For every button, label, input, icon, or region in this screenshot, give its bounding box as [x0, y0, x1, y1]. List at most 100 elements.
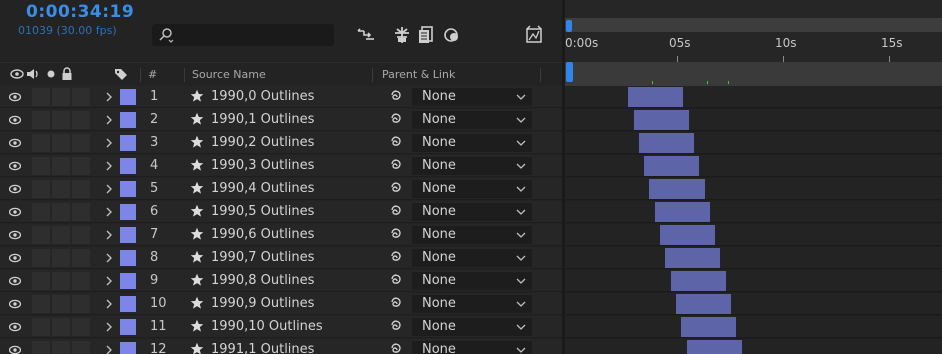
layer-name[interactable]: 1990,2 Outlines — [211, 135, 314, 150]
layer-row[interactable]: 7 1990,6 Outlines None — [0, 224, 562, 246]
audio-switch[interactable] — [32, 295, 50, 313]
motion-blur-icon[interactable] — [392, 25, 412, 45]
layer-name[interactable]: 1990,6 Outlines — [211, 227, 314, 242]
graph-editor-icon[interactable] — [524, 25, 544, 45]
draft-3d-icon[interactable] — [442, 25, 462, 45]
pick-whip-icon[interactable] — [388, 158, 404, 174]
layer-row[interactable]: 1 1990,0 Outlines None — [0, 86, 562, 108]
solo-switch[interactable] — [52, 157, 70, 175]
label-color-swatch[interactable] — [120, 204, 136, 220]
work-area-bar[interactable] — [565, 62, 942, 86]
layer-name[interactable]: 1990,10 Outlines — [211, 319, 323, 334]
speaker-icon[interactable] — [26, 67, 40, 81]
layer-duration-bar[interactable] — [675, 294, 732, 314]
layer-name[interactable]: 1990,8 Outlines — [211, 273, 314, 288]
eye-icon[interactable] — [9, 206, 21, 218]
solo-switch[interactable] — [52, 111, 70, 129]
layer-row[interactable]: 4 1990,3 Outlines None — [0, 155, 562, 177]
pick-whip-icon[interactable] — [388, 204, 404, 220]
solo-switch[interactable] — [52, 318, 70, 336]
solo-switch[interactable] — [52, 272, 70, 290]
layer-duration-bar[interactable] — [633, 110, 689, 130]
chevron-right-icon[interactable] — [104, 182, 114, 196]
chevron-right-icon[interactable] — [104, 343, 114, 354]
lock-switch[interactable] — [72, 134, 90, 152]
lock-switch[interactable] — [72, 203, 90, 221]
lock-switch[interactable] — [72, 318, 90, 336]
layer-search-input[interactable] — [152, 24, 334, 46]
layer-row[interactable]: 10 1990,9 Outlines None — [0, 293, 562, 315]
eye-icon[interactable] — [9, 160, 21, 172]
layer-name[interactable]: 1990,0 Outlines — [211, 89, 314, 104]
pick-whip-icon[interactable] — [388, 112, 404, 128]
navigator-start-handle[interactable] — [566, 20, 572, 32]
parent-dropdown[interactable]: None — [412, 134, 532, 152]
tag-icon[interactable] — [114, 67, 128, 81]
pick-whip-icon[interactable] — [388, 319, 404, 335]
chevron-right-icon[interactable] — [104, 320, 114, 334]
lock-switch[interactable] — [72, 88, 90, 106]
layer-name[interactable]: 1990,5 Outlines — [211, 204, 314, 219]
eye-icon[interactable] — [9, 344, 21, 354]
audio-switch[interactable] — [32, 88, 50, 106]
pick-whip-icon[interactable] — [388, 227, 404, 243]
layer-marker[interactable] — [651, 81, 653, 84]
time-ruler[interactable]: 0:00s 05s 10s 15s — [565, 34, 942, 62]
label-color-swatch[interactable] — [120, 319, 136, 335]
audio-switch[interactable] — [32, 157, 50, 175]
audio-switch[interactable] — [32, 111, 50, 129]
layer-duration-bar[interactable] — [638, 133, 694, 153]
audio-switch[interactable] — [32, 203, 50, 221]
lock-switch[interactable] — [72, 180, 90, 198]
shy-layers-icon[interactable] — [356, 25, 376, 45]
layer-name[interactable]: 1990,9 Outlines — [211, 296, 314, 311]
layer-duration-bar[interactable] — [649, 179, 705, 199]
current-time-indicator[interactable] — [566, 62, 573, 82]
pick-whip-icon[interactable] — [388, 342, 404, 354]
eye-icon[interactable] — [9, 91, 21, 103]
layer-duration-bar[interactable] — [654, 202, 710, 222]
lock-switch[interactable] — [72, 157, 90, 175]
label-color-swatch[interactable] — [120, 112, 136, 128]
lock-switch[interactable] — [72, 272, 90, 290]
parent-link-header[interactable]: Parent & Link — [382, 68, 455, 81]
eye-icon[interactable] — [9, 252, 21, 264]
chevron-right-icon[interactable] — [104, 90, 114, 104]
parent-dropdown[interactable]: None — [412, 111, 532, 129]
layer-duration-bar[interactable] — [686, 340, 742, 354]
layer-duration-bar[interactable] — [660, 225, 716, 245]
label-color-swatch[interactable] — [120, 158, 136, 174]
eye-icon[interactable] — [9, 275, 21, 287]
time-navigator-bar[interactable] — [565, 18, 942, 32]
label-color-swatch[interactable] — [120, 135, 136, 151]
solo-switch[interactable] — [52, 134, 70, 152]
current-time-display[interactable]: 0:00:34:19 — [26, 2, 134, 22]
layer-row[interactable]: 3 1990,2 Outlines None — [0, 132, 562, 154]
eye-icon[interactable] — [9, 114, 21, 126]
layer-row[interactable]: 11 1990,10 Outlines None — [0, 316, 562, 338]
layer-name[interactable]: 1991,1 Outlines — [211, 342, 314, 354]
parent-dropdown[interactable]: None — [412, 203, 532, 221]
lock-switch[interactable] — [72, 111, 90, 129]
chevron-right-icon[interactable] — [104, 113, 114, 127]
lock-switch[interactable] — [72, 226, 90, 244]
parent-dropdown[interactable]: None — [412, 88, 532, 106]
layer-row[interactable]: 2 1990,1 Outlines None — [0, 109, 562, 131]
eye-icon[interactable] — [9, 229, 21, 241]
layer-marker[interactable] — [727, 81, 729, 84]
pick-whip-icon[interactable] — [388, 273, 404, 289]
solo-switch[interactable] — [52, 203, 70, 221]
layer-row[interactable]: 6 1990,5 Outlines None — [0, 201, 562, 223]
label-color-swatch[interactable] — [120, 296, 136, 312]
lock-switch[interactable] — [72, 341, 90, 354]
layer-duration-bar[interactable] — [628, 87, 684, 107]
pick-whip-icon[interactable] — [388, 135, 404, 151]
pick-whip-icon[interactable] — [388, 181, 404, 197]
chevron-right-icon[interactable] — [104, 159, 114, 173]
lock-switch[interactable] — [72, 249, 90, 267]
audio-switch[interactable] — [32, 226, 50, 244]
layer-name[interactable]: 1990,4 Outlines — [211, 181, 314, 196]
chevron-right-icon[interactable] — [104, 297, 114, 311]
solo-switch[interactable] — [52, 249, 70, 267]
solo-switch[interactable] — [52, 295, 70, 313]
